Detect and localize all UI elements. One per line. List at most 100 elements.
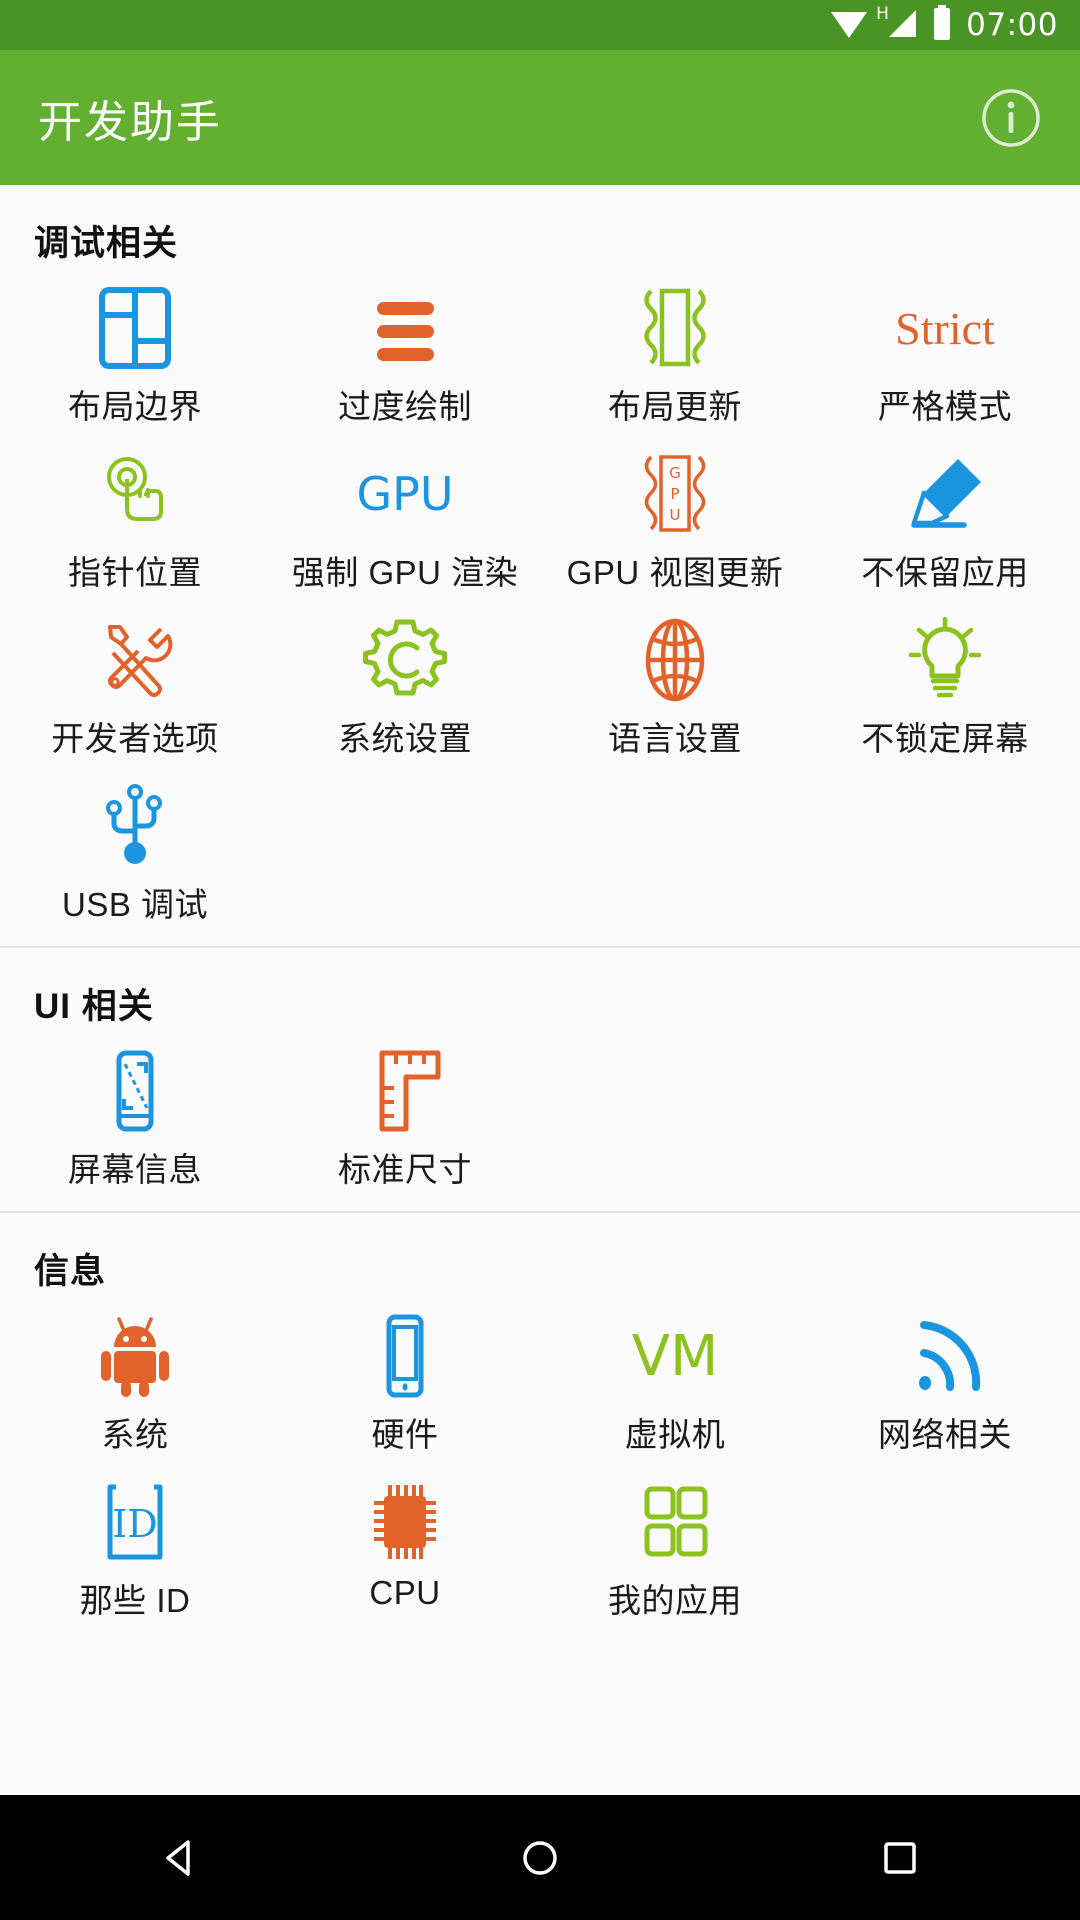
force-gpu-icon: GPU — [270, 452, 540, 536]
section-info: 信息 系统 硬件 VM 虚拟机 网络相关 ID 那些 ID CPU 我的应用 — [0, 1211, 1080, 1642]
nav-back-button[interactable] — [120, 1836, 240, 1880]
vm-icon: VM — [540, 1314, 810, 1398]
grid-item-system[interactable]: 系统 — [0, 1300, 270, 1466]
grid-item-label: 不保留应用 — [861, 554, 1029, 591]
status-bar-icons: H — [829, 4, 953, 46]
wifi-icon — [829, 6, 869, 45]
grid-item-layout-update[interactable]: 布局更新 — [540, 272, 810, 438]
screen-info-icon — [0, 1049, 270, 1133]
grid-item-cpu[interactable]: CPU — [270, 1466, 540, 1632]
grid-item-usb-debug[interactable]: USB 调试 — [0, 770, 270, 936]
grid-item-label: 我的应用 — [608, 1582, 742, 1619]
tools-icon — [0, 618, 270, 702]
grid-item-keep-screen-on[interactable]: 不锁定屏幕 — [810, 604, 1080, 770]
grid-item-label: GPU 视图更新 — [566, 554, 784, 591]
grid-item-label: USB 调试 — [61, 886, 209, 923]
grid-spacer — [810, 1035, 1080, 1201]
layout-update-icon — [540, 286, 810, 370]
grid-item-label: 过度绘制 — [338, 388, 472, 425]
cpu-chip-icon — [270, 1480, 540, 1564]
status-bar: H 07:00 — [0, 0, 1080, 50]
grid-item-my-apps[interactable]: 我的应用 — [540, 1466, 810, 1632]
info-button[interactable] — [978, 85, 1044, 151]
nav-home-button[interactable] — [480, 1836, 600, 1880]
grid-item-label: 系统设置 — [338, 720, 472, 757]
grid-item-pointer-location[interactable]: 指针位置 — [0, 438, 270, 604]
svg-text:G: G — [669, 464, 681, 482]
grid-item-label: 虚拟机 — [624, 1416, 726, 1453]
grid-item-label: 强制 GPU 渲染 — [291, 554, 519, 591]
grid-item-label: 网络相关 — [878, 1416, 1012, 1453]
section-title-debug: 调试相关 — [34, 224, 179, 263]
recents-square-icon — [884, 1841, 916, 1874]
gpu-view-update-icon: G P U — [540, 452, 810, 536]
grid-item-language-settings[interactable]: 语言设置 — [540, 604, 810, 770]
grid-item-label: CPU — [369, 1574, 441, 1611]
page-title: 开发助手 — [38, 97, 222, 147]
section-title-info: 信息 — [34, 1252, 107, 1291]
section-info-grid: 系统 硬件 VM 虚拟机 网络相关 ID 那些 ID CPU 我的应用 — [0, 1300, 1080, 1632]
grid-item-ids[interactable]: ID 那些 ID — [0, 1466, 270, 1632]
globe-icon — [540, 618, 810, 702]
overdraw-icon — [270, 286, 540, 370]
grid-item-gpu-view-update[interactable]: G P U GPU 视图更新 — [540, 438, 810, 604]
grid-item-screen-info[interactable]: 屏幕信息 — [0, 1035, 270, 1201]
phone-icon — [270, 1314, 540, 1398]
force-gpu-glyph: GPU — [356, 467, 454, 521]
grid-item-layout-bounds[interactable]: 布局边界 — [0, 272, 270, 438]
lightbulb-icon — [810, 617, 1080, 702]
vm-glyph: VM — [631, 1323, 719, 1389]
usb-icon — [0, 784, 270, 868]
grid-item-network[interactable]: 网络相关 — [810, 1300, 1080, 1466]
grid-item-hardware[interactable]: 硬件 — [270, 1300, 540, 1466]
grid-item-label: 系统 — [101, 1416, 169, 1453]
grid-spacer — [540, 1035, 810, 1201]
strict-mode-glyph: Strict — [895, 302, 995, 354]
grid-item-strict-mode[interactable]: Strict 严格模式 — [810, 272, 1080, 438]
grid-item-dont-keep-activities[interactable]: 不保留应用 — [810, 438, 1080, 604]
eraser-icon — [810, 452, 1080, 536]
nav-recents-button[interactable] — [840, 1836, 960, 1880]
grid-item-label: 布局边界 — [68, 388, 202, 425]
section-title-ui: UI 相关 — [34, 987, 154, 1026]
signal-type-label: H — [876, 3, 889, 24]
grid-item-system-settings[interactable]: 系统设置 — [270, 604, 540, 770]
navigation-bar — [0, 1795, 1080, 1920]
section-debug-grid: 布局边界 过度绘制 布局更新 Strict 严格模式 指针位置 GPU 强制 G… — [0, 272, 1080, 936]
cellular-signal-icon: H — [876, 4, 920, 45]
status-bar-clock: 07:00 — [966, 7, 1058, 43]
app-bar: 开发助手 — [0, 50, 1080, 185]
section-debug: 调试相关 布局边界 过度绘制 布局更新 Strict 严格模式 指针位置 GPU… — [0, 185, 1080, 946]
section-ui: UI 相关 屏幕信息 标准尺寸 — [0, 946, 1080, 1211]
info-icon — [982, 88, 1040, 147]
pointer-location-icon — [0, 452, 270, 536]
apps-grid-icon — [540, 1480, 810, 1564]
svg-text:P: P — [670, 485, 679, 503]
grid-item-label: 指针位置 — [68, 554, 202, 591]
layout-bounds-icon — [0, 286, 270, 370]
grid-item-label: 不锁定屏幕 — [861, 720, 1029, 757]
grid-item-label: 开发者选项 — [51, 720, 219, 757]
grid-item-developer-options[interactable]: 开发者选项 — [0, 604, 270, 770]
signal-waves-icon — [810, 1314, 1080, 1398]
grid-item-standard-size[interactable]: 标准尺寸 — [270, 1035, 540, 1201]
svg-text:U: U — [670, 506, 681, 524]
gear-icon — [270, 618, 540, 702]
ruler-icon — [270, 1049, 540, 1133]
back-triangle-icon — [166, 1839, 190, 1876]
battery-icon — [931, 4, 953, 46]
grid-item-overdraw[interactable]: 过度绘制 — [270, 272, 540, 438]
grid-item-label: 那些 ID — [79, 1582, 191, 1619]
grid-item-virtual-machine[interactable]: VM 虚拟机 — [540, 1300, 810, 1466]
grid-item-label: 布局更新 — [608, 388, 742, 425]
grid-spacer — [810, 1466, 1080, 1632]
section-ui-grid: 屏幕信息 标准尺寸 — [0, 1035, 1080, 1201]
content-scroll-area[interactable]: 调试相关 布局边界 过度绘制 布局更新 Strict 严格模式 指针位置 GPU… — [0, 185, 1080, 1795]
grid-item-force-gpu[interactable]: GPU 强制 GPU 渲染 — [270, 438, 540, 604]
home-circle-icon — [523, 1840, 557, 1875]
android-robot-icon — [0, 1314, 270, 1398]
grid-item-label: 硬件 — [371, 1416, 439, 1453]
id-card-icon: ID — [0, 1480, 270, 1564]
grid-item-label: 语言设置 — [608, 720, 742, 757]
strict-mode-icon: Strict — [810, 286, 1080, 370]
